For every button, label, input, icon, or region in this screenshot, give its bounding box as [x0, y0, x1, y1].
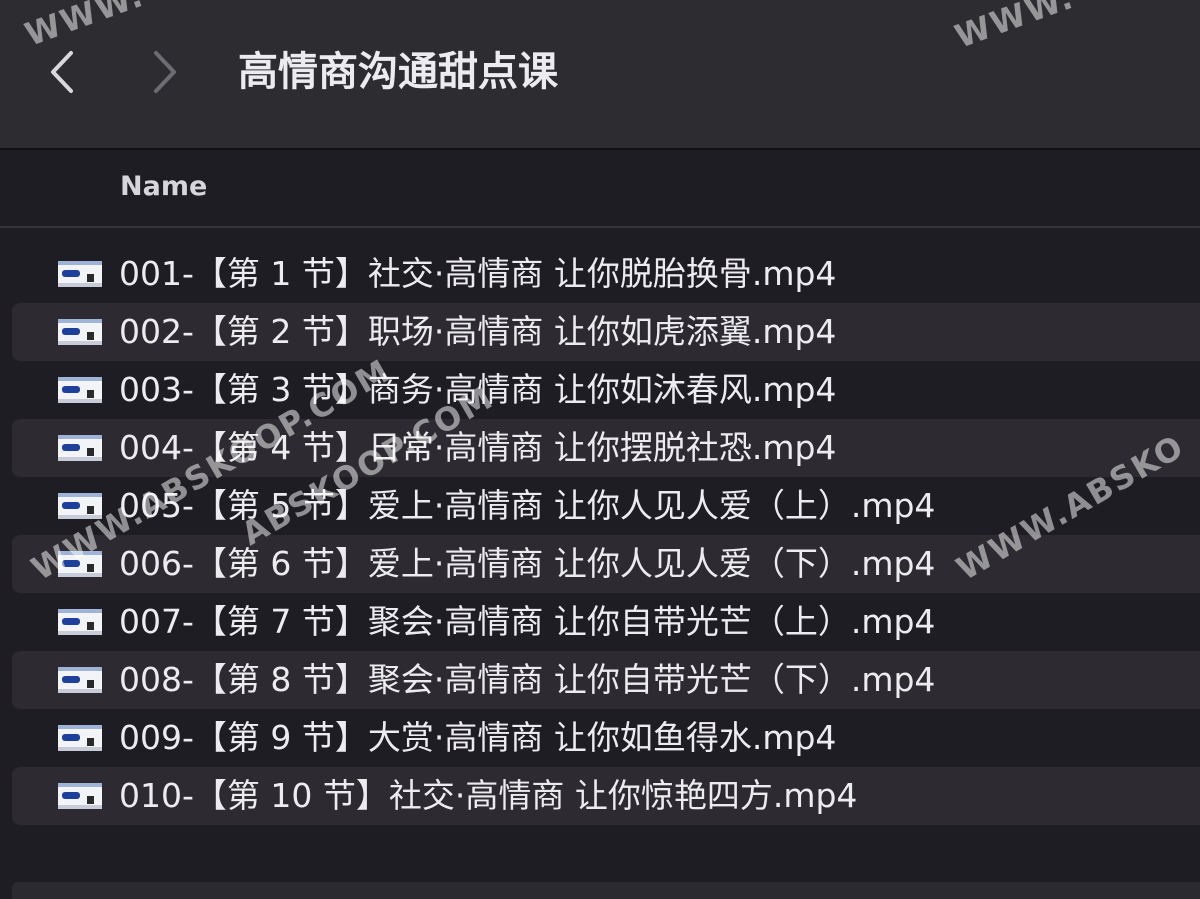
file-name: 008-【第 8 节】聚会·高情商 让你自带光芒（下）.mp4 — [119, 660, 936, 699]
forward-button[interactable] — [143, 44, 187, 100]
file-row[interactable]: 001-【第 1 节】社交·高情商 让你脱胎换骨.mp4 — [12, 245, 1200, 303]
name-column-header[interactable]: Name — [120, 168, 207, 206]
file-name: 006-【第 6 节】爱上·高情商 让你人见人爱（下）.mp4 — [119, 544, 936, 583]
file-row[interactable]: 003-【第 3 节】商务·高情商 让你如沐春风.mp4 — [12, 361, 1200, 419]
video-file-icon — [58, 435, 102, 461]
file-name: 007-【第 7 节】聚会·高情商 让你自带光芒（上）.mp4 — [119, 602, 936, 641]
file-name: 001-【第 1 节】社交·高情商 让你脱胎换骨.mp4 — [119, 254, 837, 293]
file-name: 009-【第 9 节】大赏·高情商 让你如鱼得水.mp4 — [119, 718, 837, 757]
file-name: 004-【第 4 节】日常·高情商 让你摆脱社恐.mp4 — [119, 428, 837, 467]
file-row[interactable]: 006-【第 6 节】爱上·高情商 让你人见人爱（下）.mp4 — [12, 535, 1200, 593]
file-name: 003-【第 3 节】商务·高情商 让你如沐春风.mp4 — [119, 370, 837, 409]
column-header: Name — [0, 150, 1200, 228]
file-list: 001-【第 1 节】社交·高情商 让你脱胎换骨.mp4 002-【第 2 节】… — [12, 245, 1200, 825]
video-file-icon — [58, 377, 102, 403]
file-name: 010-【第 10 节】社交·高情商 让你惊艳四方.mp4 — [119, 776, 858, 815]
window-title: 高情商沟通甜点课 — [238, 49, 558, 95]
file-row[interactable]: 004-【第 4 节】日常·高情商 让你摆脱社恐.mp4 — [12, 419, 1200, 477]
file-name: 005-【第 5 节】爱上·高情商 让你人见人爱（上）.mp4 — [119, 486, 936, 525]
file-row[interactable]: 009-【第 9 节】大赏·高情商 让你如鱼得水.mp4 — [12, 709, 1200, 767]
back-button[interactable] — [40, 44, 84, 100]
video-file-icon — [58, 667, 102, 693]
video-file-icon — [58, 493, 102, 519]
video-file-icon — [58, 725, 102, 751]
video-file-icon — [58, 551, 102, 577]
file-row[interactable]: 007-【第 7 节】聚会·高情商 让你自带光芒（上）.mp4 — [12, 593, 1200, 651]
video-file-icon — [58, 783, 102, 809]
finder-window: 高情商沟通甜点课 Name 001-【第 1 节】社交·高情商 让你脱胎换骨.m… — [0, 0, 1200, 899]
file-row[interactable]: 002-【第 2 节】职场·高情商 让你如虎添翼.mp4 — [12, 303, 1200, 361]
video-file-icon — [58, 319, 102, 345]
file-row[interactable]: 005-【第 5 节】爱上·高情商 让你人见人爱（上）.mp4 — [12, 477, 1200, 535]
chevron-right-icon — [154, 51, 176, 93]
file-row[interactable]: 008-【第 8 节】聚会·高情商 让你自带光芒（下）.mp4 — [12, 651, 1200, 709]
file-row[interactable]: 010-【第 10 节】社交·高情商 让你惊艳四方.mp4 — [12, 767, 1200, 825]
status-bar — [12, 882, 1200, 899]
toolbar: 高情商沟通甜点课 — [0, 0, 1200, 150]
file-name: 002-【第 2 节】职场·高情商 让你如虎添翼.mp4 — [119, 312, 837, 351]
video-file-icon — [58, 261, 102, 287]
video-file-icon — [58, 609, 102, 635]
chevron-left-icon — [51, 51, 73, 93]
